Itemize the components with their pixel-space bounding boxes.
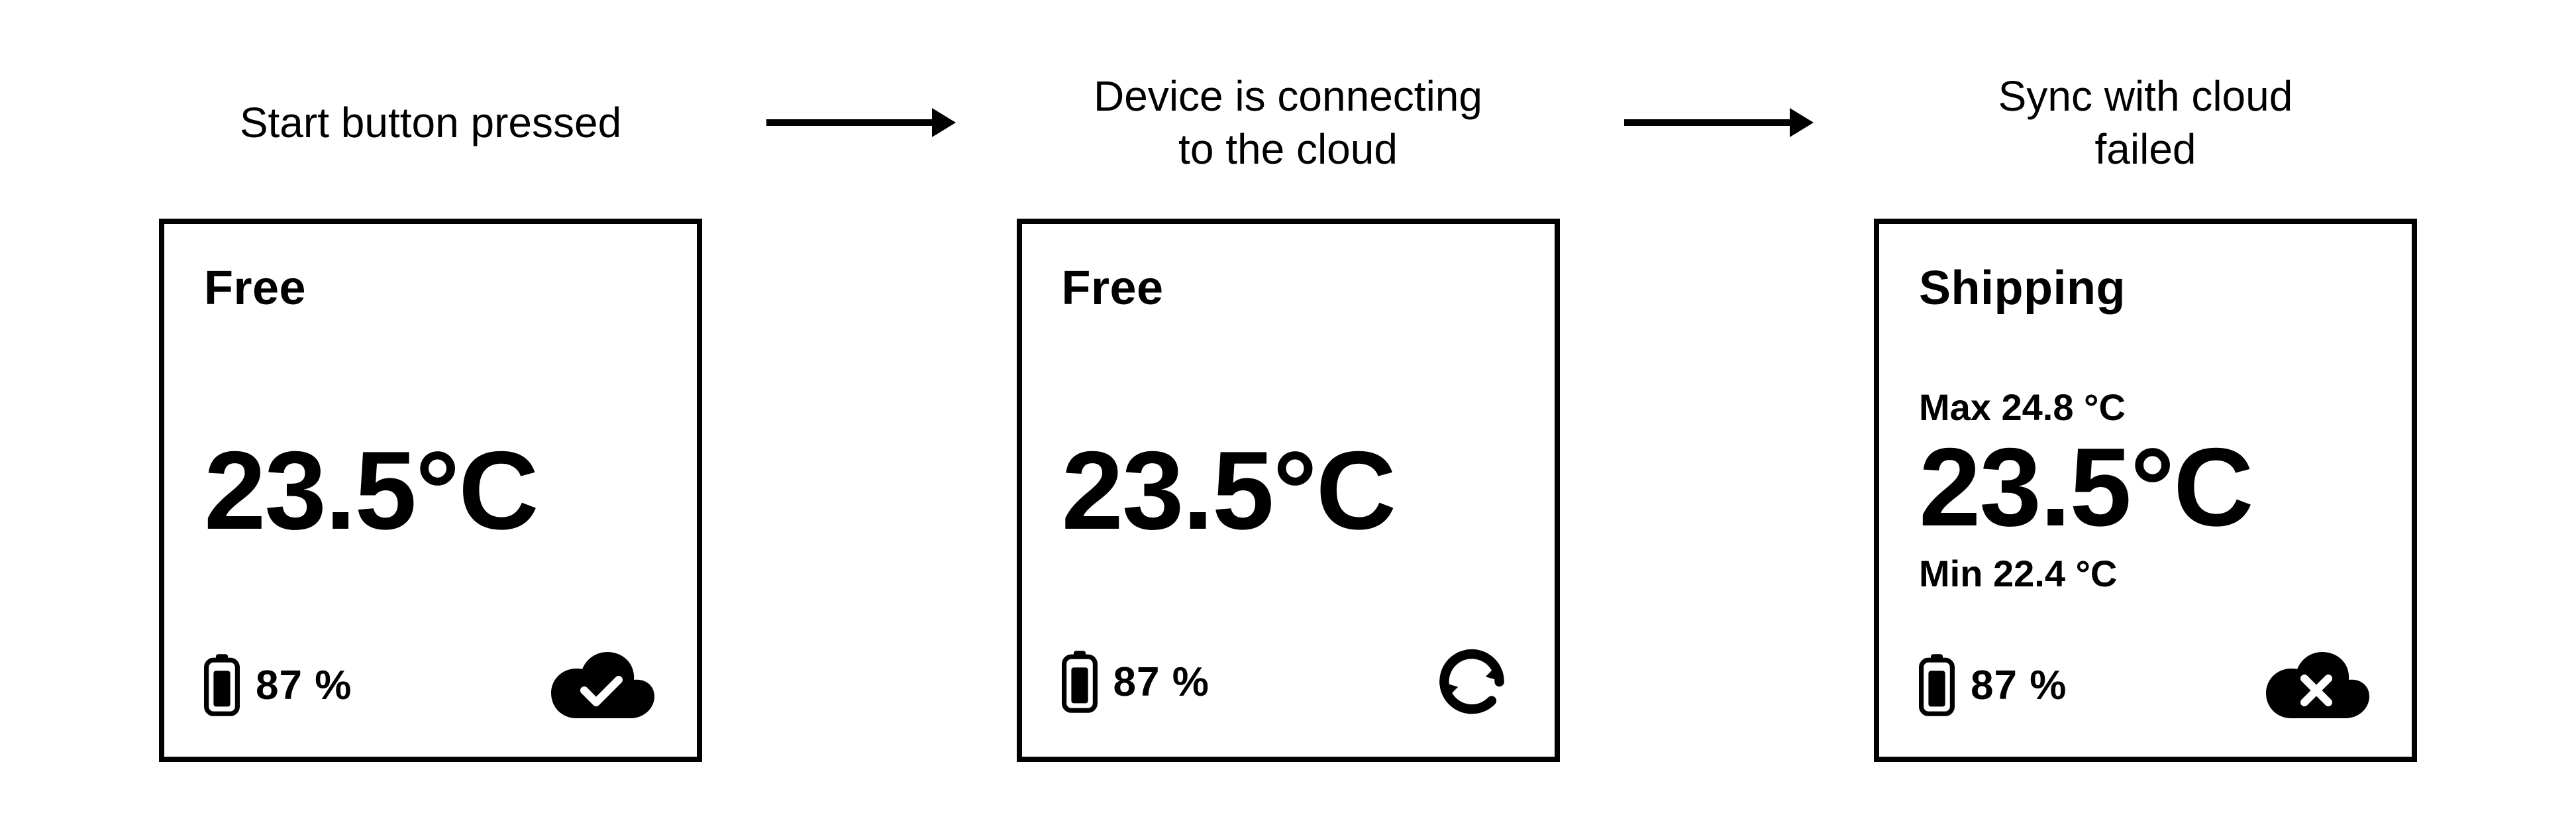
battery-icon [204,654,240,716]
device-card-2: Free 23.5°C 87 % [1017,219,1560,762]
card-bottom-row: 87 % [1062,639,1515,725]
arrow-right-icon [1618,103,1816,142]
cloud-check-icon [544,645,657,725]
temperature-main: 23.5°C [1919,431,2372,543]
step-3: Sync with cloud failed Shipping Max 24.8… [1847,60,2444,762]
diagram-stage: Start button pressed Free 23.5°C 87 % [0,0,2576,813]
sync-icon [1429,639,1515,725]
device-card-3: Shipping Max 24.8 °C 23.5°C Min 22.4 °C … [1874,219,2417,762]
step-2-caption: Device is connecting to the cloud [1094,60,1482,186]
card-bottom-row: 87 % [204,645,657,725]
battery-percent: 87 % [256,662,352,709]
arrow-2 [1598,60,1836,186]
battery-percent: 87 % [1113,659,1210,706]
battery-icon [1062,651,1098,713]
arrow-right-icon [760,103,958,142]
step-1-caption: Start button pressed [240,60,621,186]
battery-indicator: 87 % [1919,654,2067,716]
battery-indicator: 87 % [1062,651,1210,713]
cloud-x-icon [2259,645,2372,725]
battery-indicator: 87 % [204,654,352,716]
temperature-main: 23.5°C [204,435,657,546]
temperature-main: 23.5°C [1062,435,1515,546]
device-card-1: Free 23.5°C 87 % [159,219,702,762]
battery-percent: 87 % [1971,662,2067,709]
step-1: Start button pressed Free 23.5°C 87 % [132,60,729,762]
arrow-1 [740,60,978,186]
step-3-caption: Sync with cloud failed [1998,60,2293,186]
temperature-max: Max 24.8 °C [1919,386,2372,429]
battery-icon [1919,654,1955,716]
card-bottom-row: 87 % [1919,645,2372,725]
step-2: Device is connecting to the cloud Free 2… [990,60,1586,762]
temperature-min: Min 22.4 °C [1919,552,2372,595]
